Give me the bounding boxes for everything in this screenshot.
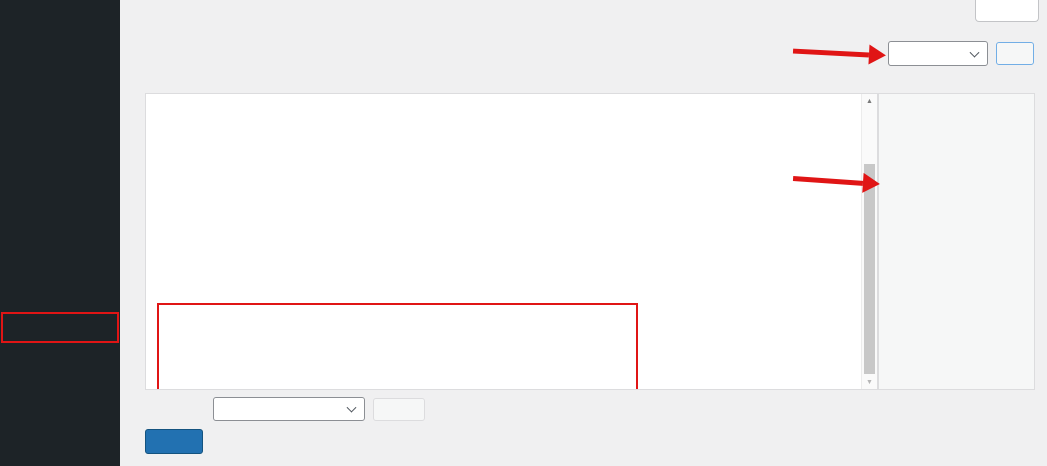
annotation-box-code-snippet xyxy=(157,303,638,390)
help-button[interactable] xyxy=(975,0,1039,22)
scroll-up-icon[interactable]: ▲ xyxy=(862,94,877,108)
documentation-dropdown[interactable] xyxy=(213,397,365,421)
lookup-button[interactable] xyxy=(373,398,425,421)
sidebar-menu xyxy=(0,0,120,18)
chevron-down-icon xyxy=(347,403,357,413)
annotation-arrow-theme-select xyxy=(793,41,887,66)
code-editor[interactable]: ▲ ▼ xyxy=(145,93,878,390)
update-file-button[interactable] xyxy=(145,429,203,454)
editor-scrollbar[interactable]: ▲ ▼ xyxy=(861,94,877,389)
child-theme-notice xyxy=(879,94,1034,104)
appearance-submenu xyxy=(0,0,120,18)
annotation-box-theme-file-editor xyxy=(1,312,119,343)
admin-sidebar xyxy=(0,0,120,466)
select-theme-button[interactable] xyxy=(996,42,1034,65)
chevron-down-icon xyxy=(970,47,980,57)
scroll-down-icon[interactable]: ▼ xyxy=(862,375,877,389)
scrollbar-thumb[interactable] xyxy=(864,164,875,374)
theme-files-panel xyxy=(878,93,1035,390)
theme-select-dropdown[interactable] xyxy=(888,41,988,66)
